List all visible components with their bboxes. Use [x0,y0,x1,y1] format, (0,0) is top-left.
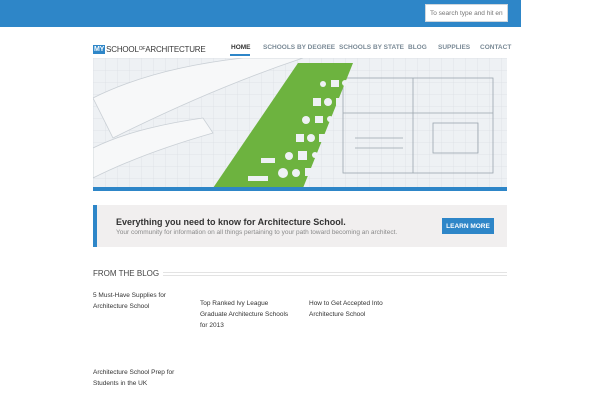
callout-title: Everything you need to know for Architec… [116,217,346,227]
blog-heading: From the Blog [93,269,164,278]
nav-contact[interactable]: Contact [480,44,511,51]
search-input[interactable] [425,4,508,22]
blog-post-title-line: Graduate Architecture Schools [200,311,289,318]
nav-schools-by-state[interactable]: Schools by State [339,44,404,51]
nav-home[interactable]: Home [231,44,251,51]
blog-post-link[interactable]: 5 Must-Have Supplies for Architecture Sc… [93,290,166,312]
blog-post-link[interactable]: Architecture School Prep for Students in… [93,367,174,389]
blog-post-title-line: Architecture School Prep for [93,369,175,376]
nav-schools-by-degree[interactable]: Schools by Degree [263,44,335,51]
blog-post-title-line: Architecture School [309,311,366,318]
blog-post-link[interactable]: How to Get Accepted Into Architecture Sc… [309,298,383,320]
nav-blog[interactable]: Blog [408,44,427,51]
callout-box: Everything you need to know for Architec… [93,205,507,247]
blueprint-illustration [93,58,507,188]
blog-post-title-line: Architecture School [93,303,150,310]
learn-more-button[interactable]: Learn More [442,218,494,234]
blog-post-title-line: 5 Must-Have Supplies for [93,292,166,299]
blog-post-title-line: for 2013 [200,322,224,329]
nav-supplies[interactable]: Supplies [438,44,470,51]
top-bar [0,0,600,27]
callout-subtitle: Your community for information on all th… [116,229,398,236]
main-nav: Home Schools by Degree Schools by State … [0,44,600,58]
hero-image [93,58,507,188]
blog-post-title-line: Students in the UK [93,380,148,387]
blog-heading-rule [160,272,507,276]
blog-post-link[interactable]: Top Ranked Ivy League Graduate Architect… [200,298,288,331]
blog-post-title-line: How to Get Accepted Into [309,300,383,307]
hero-accent-bar [93,187,507,191]
nav-active-indicator [230,54,250,56]
blog-post-title-line: Top Ranked Ivy League [200,300,269,307]
